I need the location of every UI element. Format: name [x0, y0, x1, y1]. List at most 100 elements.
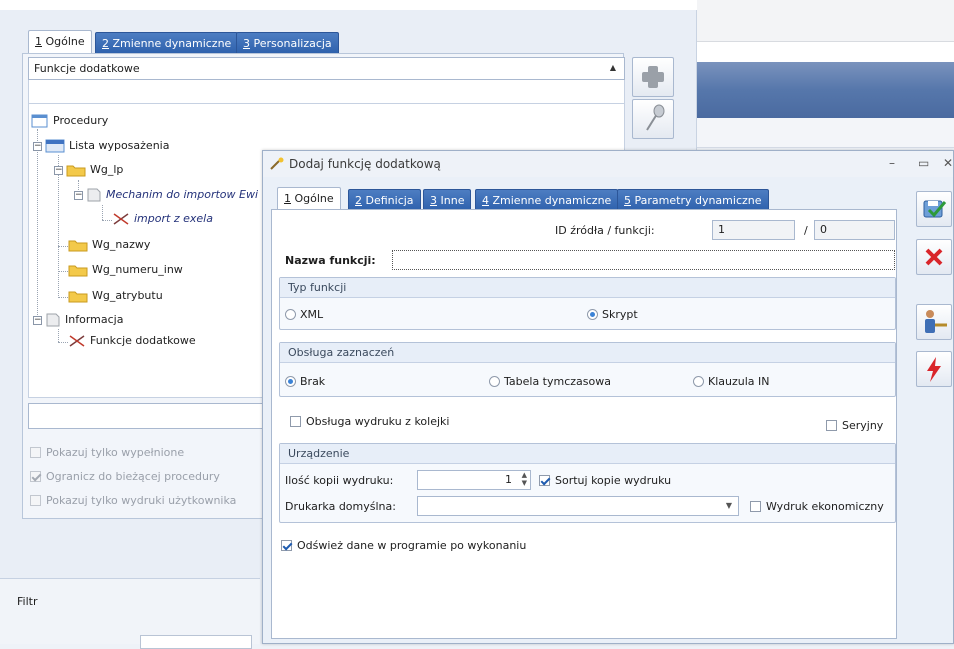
maximize-button[interactable]: ▭ — [918, 156, 929, 170]
save-icon — [923, 200, 947, 218]
copies-label: Ilość kopii wydruku: — [285, 474, 394, 487]
checkbox[interactable] — [750, 501, 761, 512]
radio[interactable] — [693, 376, 704, 387]
checkbox[interactable] — [826, 420, 837, 431]
radio-brak[interactable]: Brak — [285, 375, 325, 388]
close-button[interactable]: ✕ — [943, 156, 953, 170]
checkbox[interactable] — [30, 447, 41, 458]
function-type-combo[interactable]: Funkcje dodatkowe ▲ — [28, 57, 625, 80]
copies-stepper[interactable]: 1 ▲ ▼ — [417, 470, 531, 490]
radio-xml[interactable]: XML — [285, 308, 323, 321]
tree-guide — [58, 297, 68, 298]
add-button[interactable] — [632, 57, 674, 97]
folder-icon — [68, 265, 88, 277]
dialog-tab-definicja[interactable]: 2 Definicja — [348, 189, 421, 210]
dialog-tab-zmienne-dynamiczne[interactable]: 4 Zmienne dynamiczne — [475, 189, 619, 210]
edit-button[interactable] — [632, 99, 674, 139]
option-pokazuj-wypelnione[interactable]: Pokazuj tylko wypełnione — [30, 446, 184, 459]
collapse-icon[interactable]: − — [33, 315, 42, 325]
queue-checkbox[interactable]: Obsługa wydruku z kolejki — [290, 415, 449, 428]
checkbox[interactable] — [30, 495, 41, 506]
spin-icon[interactable]: ▲ ▼ — [522, 471, 527, 487]
tree-item-procedury[interactable]: Procedury — [31, 113, 108, 129]
collapse-icon[interactable]: − — [74, 190, 83, 200]
tree-item-wg-numeru-inw[interactable]: Wg_numeru_inw — [68, 263, 183, 277]
wand-icon — [270, 157, 284, 170]
plus-icon — [642, 66, 664, 88]
cancel-button[interactable] — [916, 239, 952, 275]
main-window-title-band — [697, 62, 954, 118]
scissors-icon — [69, 335, 85, 347]
main-window-right-header — [697, 0, 954, 42]
execute-button[interactable] — [916, 351, 952, 387]
checkbox[interactable] — [290, 416, 301, 427]
dialog-titlebar: Dodaj funkcję dodatkową – ▭ ✕ — [263, 151, 953, 177]
radio[interactable] — [587, 309, 598, 320]
radio-tabela-tymczasowa[interactable]: Tabela tymczasowa — [489, 375, 611, 388]
save-button[interactable] — [916, 191, 952, 227]
option-ogranicz-procedury[interactable]: Ogranicz do bieżącej procedury — [30, 470, 220, 483]
dialog-tab-parametry-dynamiczne[interactable]: 5 Parametry dynamiczne — [617, 189, 769, 210]
tab-ogolne[interactable]: 1 Ogólne — [28, 30, 92, 53]
checkbox[interactable] — [539, 475, 550, 486]
tree-item-lista-wyposazenia[interactable]: − Lista wyposażenia — [33, 138, 169, 154]
printer-label: Drukarka domyślna: — [285, 500, 396, 513]
document-icon — [87, 188, 101, 202]
group-title: Obsługa zaznaczeń — [280, 343, 895, 363]
tree-guide — [102, 220, 112, 221]
tree-item-wg-atrybutu[interactable]: Wg_atrybutu — [68, 289, 163, 303]
selection-handling-group: Obsługa zaznaczeń Brak Tabela tymczasowa… — [279, 342, 896, 397]
filter-input[interactable] — [140, 635, 252, 649]
dialog-tab-ogolne[interactable]: 1 Ogólne — [277, 187, 341, 210]
collapse-icon[interactable]: − — [54, 165, 63, 175]
tree-item-mechanim[interactable]: − Mechanim do importow Ewi — [74, 188, 258, 202]
tree-item-funkcje-dodatkowe[interactable]: Funkcje dodatkowe — [68, 334, 196, 348]
group-title: Urządzenie — [280, 444, 895, 464]
tree-guide — [58, 246, 68, 247]
main-window-right-toolbar — [697, 118, 954, 148]
document-icon — [46, 313, 60, 327]
tree-item-import-z-exela[interactable]: import z exela — [112, 212, 213, 226]
permissions-button[interactable] — [916, 304, 952, 340]
tree-guide — [37, 129, 38, 321]
checkbox[interactable] — [30, 471, 41, 482]
radio-klauzula-in[interactable]: Klauzula IN — [693, 375, 770, 388]
lightning-icon — [927, 357, 941, 382]
minimize-button[interactable]: – — [889, 156, 895, 170]
folder-icon — [66, 165, 86, 177]
function-type-group: Typ funkcji XML Skrypt — [279, 277, 896, 330]
economic-print-checkbox[interactable]: Wydruk ekonomiczny — [750, 500, 884, 513]
radio[interactable] — [489, 376, 500, 387]
combo-sub-area — [28, 80, 625, 104]
name-label: Nazwa funkcji: — [285, 254, 376, 267]
option-wydruki-uzytkownika[interactable]: Pokazuj tylko wydruki użytkownika — [30, 494, 236, 507]
dialog-title: Dodaj funkcję dodatkową — [289, 157, 441, 171]
tree-item-informacja[interactable]: − Informacja — [33, 313, 123, 327]
sort-copies-checkbox[interactable]: Sortuj kopie wydruku — [539, 474, 671, 487]
function-id-field: 0 — [814, 220, 895, 240]
function-name-input[interactable] — [392, 250, 895, 270]
tab-personalizacja[interactable]: 3 Personalizacja — [236, 32, 339, 53]
chevron-down-icon[interactable]: ▼ — [726, 501, 732, 510]
radio-skrypt[interactable]: Skrypt — [587, 308, 638, 321]
serial-checkbox[interactable]: Seryjny — [826, 419, 883, 432]
collapse-icon[interactable]: − — [33, 141, 42, 151]
source-id-field: 1 — [712, 220, 795, 240]
radio[interactable] — [285, 376, 296, 387]
printer-select[interactable]: ▼ — [417, 496, 739, 516]
tree-guide — [58, 271, 68, 272]
radio[interactable] — [285, 309, 296, 320]
dialog-tab-inne[interactable]: 3 Inne — [423, 189, 472, 210]
chevron-up-icon[interactable]: ▲ — [610, 63, 616, 72]
main-window-right-strip — [697, 42, 954, 62]
combo-label: Funkcje dodatkowe — [34, 62, 140, 75]
add-function-dialog: Dodaj funkcję dodatkową – ▭ ✕ 1 Ogólne 2… — [262, 150, 954, 644]
tab-zmienne-dynamiczne[interactable]: 2 Zmienne dynamiczne — [95, 32, 239, 53]
tree-item-wg-nazwy[interactable]: Wg_nazwy — [68, 238, 150, 252]
refresh-checkbox[interactable]: Odśwież dane w programie po wykonaniu — [281, 539, 526, 552]
cancel-icon — [925, 248, 943, 266]
tree-item-wg-lp[interactable]: − Wg_lp — [54, 163, 123, 177]
checkbox[interactable] — [281, 540, 292, 551]
filter-label: Filtr — [17, 595, 38, 608]
folder-icon — [68, 291, 88, 303]
